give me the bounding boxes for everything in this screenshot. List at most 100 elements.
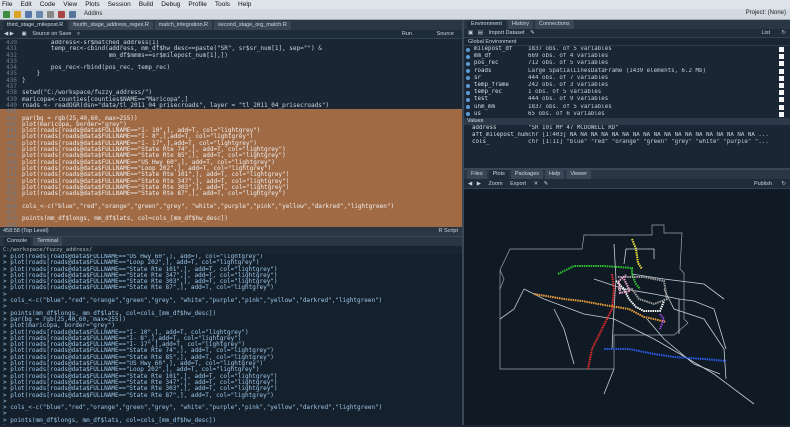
env-item[interactable]: us 65 obs. of 6 variables xyxy=(464,111,790,118)
global-environment-dropdown[interactable]: Global Environment xyxy=(464,38,790,46)
env-value-item[interactable]: cols_ chr [1:11] "blue" "red" "orange" "g… xyxy=(464,139,790,146)
env-item[interactable]: sr 444 obs. of 7 variables xyxy=(464,75,790,82)
plots-tab[interactable]: Packages xyxy=(510,170,544,179)
clear-broom-icon[interactable]: ✎ xyxy=(530,30,535,36)
export-dropdown[interactable]: Export xyxy=(510,181,526,187)
view-table-icon[interactable] xyxy=(779,47,784,52)
grid-icon[interactable] xyxy=(69,10,76,18)
menu-bar: File Edit Code View Plots Session Build Debug Pr… xyxy=(0,0,790,9)
clear-plots-icon[interactable]: ✎ xyxy=(544,181,549,187)
env-value-text: chr [1:403] NA NA NA NA NA NA NA NA NA N… xyxy=(528,132,769,139)
view-table-icon[interactable] xyxy=(779,111,784,117)
plots-tab[interactable]: Help xyxy=(545,170,565,179)
import-dataset-button[interactable]: Import Dataset xyxy=(488,30,524,36)
save-all-icon[interactable] xyxy=(36,10,43,18)
goto-icon[interactable] xyxy=(58,10,65,18)
remove-plot-icon[interactable]: ✕ xyxy=(534,181,539,187)
menu-item-help[interactable]: Help xyxy=(238,1,251,8)
env-value-item[interactable]: address "SR 101 MP 47 MCDOWELL RD" xyxy=(464,125,790,132)
menu-item-build[interactable]: Build xyxy=(139,1,153,8)
env-item[interactable]: milepost_df 1837 obs. of 5 variables xyxy=(464,46,790,53)
file-type[interactable]: R Script xyxy=(438,227,458,236)
plots-tab[interactable]: Viewer xyxy=(566,170,592,179)
env-item-value: 712 obs. of 5 variables xyxy=(528,60,609,67)
env-item[interactable]: mm_df 669 obs. of 4 variables xyxy=(464,53,790,60)
env-value-text: "SR 101 MP 47 MCDOWELL RD" xyxy=(528,124,619,131)
data-icon xyxy=(466,54,470,59)
code-text: cols_<-c("blue","red","orange","green","… xyxy=(22,202,395,210)
county-border xyxy=(499,224,689,370)
save-file-icon[interactable]: ▣ xyxy=(22,31,27,37)
console-tab[interactable]: Console xyxy=(3,237,32,246)
save-workspace-icon[interactable]: ▤ xyxy=(478,30,483,36)
cursor-position: 458:58 (Top Level) xyxy=(3,228,49,234)
view-table-icon[interactable] xyxy=(779,90,784,96)
env-item[interactable]: pos_rec 712 obs. of 5 variables xyxy=(464,60,790,67)
view-table-icon[interactable] xyxy=(779,61,784,67)
environment-tabs: Environment History Connections xyxy=(464,20,790,29)
menu-item-edit[interactable]: Edit xyxy=(20,1,31,8)
load-workspace-icon[interactable]: ▣ xyxy=(468,30,473,36)
source-on-save-checkbox[interactable]: Source on Save xyxy=(32,31,71,37)
menu-item-tools[interactable]: Tools xyxy=(215,1,230,8)
menu-item-view[interactable]: View xyxy=(63,1,77,8)
env-value-name: address xyxy=(472,124,497,131)
view-table-icon[interactable] xyxy=(779,75,784,81)
plots-pane: Files Plots Packages Help Viewer ◀ ▶ Zoom Ex… xyxy=(464,170,790,425)
refresh-plot-icon[interactable]: ↻ xyxy=(781,179,786,189)
list-view-dropdown[interactable]: List xyxy=(761,29,770,38)
menu-item-plots[interactable]: Plots xyxy=(85,1,99,8)
environment-tab[interactable]: Environment xyxy=(467,20,506,29)
publish-button[interactable]: Publish xyxy=(754,179,772,189)
view-table-icon[interactable] xyxy=(779,68,784,74)
view-table-icon[interactable] xyxy=(779,104,784,110)
plots-tabs: Files Plots Packages Help Viewer xyxy=(464,170,790,179)
menu-item-code[interactable]: Code xyxy=(40,1,56,8)
env-item[interactable]: unm_mm 1837 obs. of 5 variables xyxy=(464,104,790,111)
next-plot-icon[interactable]: ▶ xyxy=(477,181,481,187)
save-icon[interactable] xyxy=(25,10,32,18)
env-item[interactable]: temp_frame 242 obs. of 3 variables xyxy=(464,82,790,89)
search-icon[interactable]: ⌕ xyxy=(77,31,80,37)
menu-item-file[interactable]: File xyxy=(2,1,12,8)
plots-tab[interactable]: Files xyxy=(467,170,487,179)
source-status-bar: 458:58 (Top Level) R Script xyxy=(0,227,462,236)
zoom-button[interactable]: Zoom xyxy=(489,181,503,187)
back-icon[interactable]: ◀ ▶ xyxy=(4,31,14,37)
env-item[interactable]: temp_rec 1 obs. of 5 variables xyxy=(464,89,790,96)
refresh-icon[interactable]: ↻ xyxy=(781,29,786,38)
menu-item-session[interactable]: Session xyxy=(108,1,131,8)
plots-tab[interactable]: Plots xyxy=(488,170,509,179)
env-item[interactable]: roads Large SpatialLinesDataFrame (1439 e… xyxy=(464,68,790,75)
run-button[interactable]: Run xyxy=(402,30,412,39)
code-text: roads <- readOGR(dsn="data/tl_2011_04_pr… xyxy=(22,101,330,109)
environment-tab[interactable]: Connections xyxy=(535,20,574,29)
code-text: pos_rec<-rbind(pos_rec, temp_rec) xyxy=(22,64,171,72)
addins-dropdown[interactable]: Addins xyxy=(84,11,102,17)
environment-toolbar: ▣ ▤ Import Dataset ✎ List ↻ xyxy=(464,29,790,38)
env-item[interactable]: test 444 obs. of 9 variables xyxy=(464,96,790,103)
environment-tab[interactable]: History xyxy=(507,20,534,29)
view-table-icon[interactable] xyxy=(779,54,784,60)
menu-item-debug[interactable]: Debug xyxy=(161,1,180,8)
code-editor[interactable]: 430 address<-sr$matched_address[1] 431 te… xyxy=(0,40,462,227)
menu-item-profile[interactable]: Profile xyxy=(188,1,206,8)
console-output[interactable]: > plot(roads[roads@data$FULLNAME=="US Hw… xyxy=(0,254,462,425)
view-table-icon[interactable] xyxy=(779,97,784,103)
project-menu[interactable]: Project: (None) xyxy=(746,10,786,16)
code-line[interactable]: 456 cols_<-c("blue","red","orange","green… xyxy=(0,202,462,211)
view-table-icon[interactable] xyxy=(779,82,784,88)
print-icon[interactable] xyxy=(47,10,54,18)
data-icon xyxy=(466,90,470,95)
env-value-item[interactable]: aft_milepost_num chr [1:403] NA NA NA NA … xyxy=(464,132,790,139)
new-file-icon[interactable] xyxy=(3,10,10,18)
source-button[interactable]: Source xyxy=(437,30,454,39)
source-tab[interactable]: third_stage_milepost.R xyxy=(3,21,68,30)
prev-plot-icon[interactable]: ◀ xyxy=(468,181,472,187)
open-project-icon[interactable] xyxy=(14,10,21,18)
env-item-name: sr xyxy=(474,74,481,81)
source-tab[interactable]: second_stage_org_match.R xyxy=(214,21,291,30)
source-tab[interactable]: fourth_stage_address_regex.R xyxy=(69,21,153,30)
source-tab[interactable]: match_integration.R xyxy=(154,21,213,30)
console-tab[interactable]: Terminal xyxy=(33,237,62,246)
